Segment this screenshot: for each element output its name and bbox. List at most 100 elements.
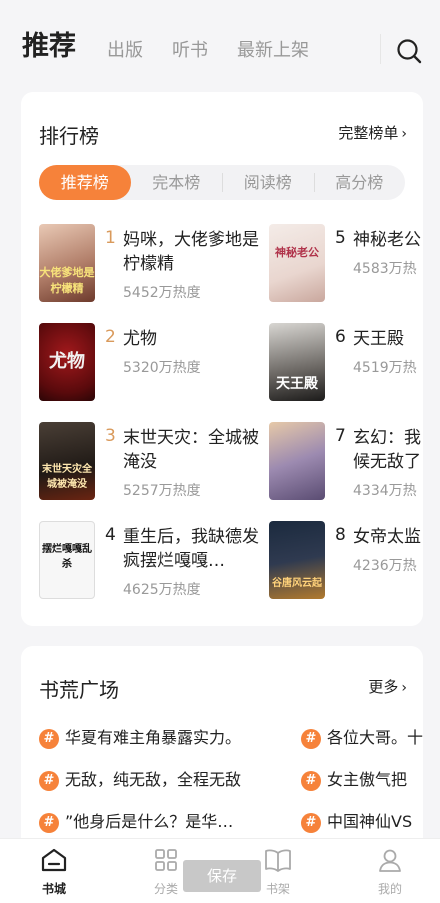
- ranking-column-left: 大佬爹地是柠檬精 1 妈咪，大佬爹地是柠檬精 5452万热度 尤物 2 尤物 5…: [39, 224, 269, 620]
- segment-reading[interactable]: 阅读榜: [222, 165, 314, 200]
- topic-item[interactable]: # 无敌，纯无敌，全程无敌: [39, 766, 241, 791]
- hashtag-icon: #: [39, 729, 59, 749]
- tab-new-release[interactable]: 最新上架: [237, 36, 309, 62]
- book-cover: 谷唐风云起: [269, 521, 325, 599]
- tab-bookstore[interactable]: 书城: [24, 847, 84, 897]
- cover-title: 谷唐风云起: [272, 578, 322, 589]
- tab-audiobook[interactable]: 听书: [172, 36, 208, 62]
- book-title: 尤物: [123, 329, 157, 349]
- hashtag-icon: #: [301, 771, 321, 791]
- topic-text: 中国神仙VS: [327, 812, 413, 831]
- hashtag-icon: #: [39, 771, 59, 791]
- nav-divider: [380, 34, 381, 64]
- ranking-card: 排行榜 完整榜单 › 推荐榜 完本榜 阅读榜 高分榜 大佬爹地是柠檬精 1 妈咪，…: [21, 92, 423, 626]
- tab-recommend[interactable]: 推荐: [22, 24, 76, 63]
- topic-item[interactable]: # 女主傲气把: [301, 766, 407, 791]
- book-item[interactable]: 大佬爹地是柠檬精 1 妈咪，大佬爹地是柠檬精 5452万热度: [39, 224, 269, 323]
- book-cover: [269, 422, 325, 500]
- book-item[interactable]: 摆烂嘎嘎乱杀 4 重生后，我缺德发疯摆烂嘎嘎… 4625万热度: [39, 521, 269, 620]
- book-heat: 5452万热度: [123, 285, 201, 301]
- cover-title: 天王殿: [276, 376, 318, 392]
- book-item[interactable]: 神秘老公 5 神秘老公 4583万热: [269, 224, 423, 323]
- grid-icon: [155, 849, 177, 871]
- book-icon: [265, 849, 291, 872]
- topic-text: 女主傲气把: [327, 770, 408, 789]
- topic-item[interactable]: # 华夏有难主角暴露实力。: [39, 724, 241, 749]
- book-item[interactable]: 谷唐风云起 8 女帝太监 4236万热: [269, 521, 423, 604]
- rank-number: 2: [105, 327, 116, 347]
- rank-number: 5: [335, 228, 346, 248]
- home-icon: [41, 848, 67, 872]
- ranking-segments: 推荐榜 完本榜 阅读榜 高分榜: [39, 165, 405, 200]
- top-nav: 推荐 出版 听书 最新上架: [0, 0, 440, 92]
- cover-title: 尤物: [49, 351, 85, 372]
- full-list-label: 完整榜单: [338, 124, 399, 142]
- book-cover: 神秘老公: [269, 224, 325, 302]
- topic-text: 华夏有难主角暴露实力。: [65, 728, 242, 747]
- book-heat: 5320万热度: [123, 360, 201, 376]
- chevron-right-icon: ›: [401, 126, 407, 142]
- topic-item[interactable]: # ”他身后是什么？是华…: [39, 808, 233, 833]
- topic-text: ”他身后是什么？是华…: [65, 812, 234, 831]
- bottom-tab-bar: 书城 分类 保存 书架 我的: [0, 838, 440, 903]
- book-title: 玄幻：我候无敌了: [353, 426, 423, 474]
- segment-completed[interactable]: 完本榜: [131, 165, 223, 200]
- book-heat: 4625万热度: [123, 582, 201, 598]
- tab-bookshelf[interactable]: 书架: [248, 847, 308, 897]
- search-icon[interactable]: [396, 38, 422, 64]
- segment-high-score[interactable]: 高分榜: [314, 165, 406, 200]
- rank-number: 4: [105, 525, 116, 545]
- tab-label: 书架: [265, 882, 290, 896]
- cover-title: 神秘老公: [275, 246, 319, 259]
- full-list-link[interactable]: 完整榜单 ›: [338, 122, 407, 143]
- book-heat: 4583万热: [353, 261, 417, 277]
- segment-divider: [314, 173, 315, 192]
- book-cover: 尤物: [39, 323, 95, 401]
- book-item[interactable]: 天王殿 6 天王殿 4519万热: [269, 323, 423, 422]
- hashtag-icon: #: [301, 729, 321, 749]
- hashtag-icon: #: [39, 813, 59, 833]
- book-title: 妈咪，大佬爹地是柠檬精: [123, 230, 259, 274]
- book-cover: 末世天灾全城被淹没: [39, 422, 95, 500]
- book-title: 神秘老公: [353, 230, 421, 250]
- book-title-line: 候无敌了: [353, 452, 421, 472]
- ranking-column-right: 神秘老公 5 神秘老公 4583万热 天王殿 6 天王殿 4519万热 7 玄幻…: [269, 224, 423, 604]
- forum-column-right: # 各位大哥。十 # 女主傲气把 # 中国神仙VS: [301, 646, 423, 866]
- cover-title: 末世天灾全城被淹没: [42, 464, 92, 490]
- cover-title: 大佬爹地是柠檬精: [39, 266, 95, 295]
- tab-publish[interactable]: 出版: [107, 36, 143, 62]
- forum-card: 书荒广场 更多 › # 华夏有难主角暴露实力。 # 无敌，纯无敌，全程无敌 # ”他身后…: [21, 646, 423, 866]
- ranking-title: 排行榜: [39, 124, 99, 148]
- topic-text: 无敌，纯无敌，全程无敌: [65, 770, 242, 789]
- book-item[interactable]: 尤物 2 尤物 5320万热度: [39, 323, 269, 422]
- tab-label: 书城: [41, 882, 66, 896]
- book-title: 重生后，我缺德发疯摆烂嘎嘎…: [123, 527, 259, 571]
- topic-item[interactable]: # 各位大哥。十: [301, 724, 423, 749]
- forum-title: 书荒广场: [39, 678, 119, 702]
- book-title-line: 玄幻：我: [353, 428, 421, 448]
- book-title: 天王殿: [353, 329, 404, 349]
- topic-text: 各位大哥。十: [327, 728, 423, 747]
- rank-number: 1: [105, 228, 116, 248]
- book-heat: 4334万热: [353, 483, 417, 499]
- rank-number: 6: [335, 327, 346, 347]
- tab-profile[interactable]: 我的: [360, 847, 420, 897]
- book-cover: 天王殿: [269, 323, 325, 401]
- segment-recommend[interactable]: 推荐榜: [39, 165, 131, 200]
- book-title: 女帝太监: [353, 527, 421, 547]
- book-item[interactable]: 末世天灾全城被淹没 3 末世天灾：全城被淹没 5257万热度: [39, 422, 269, 521]
- segment-divider: [222, 173, 223, 192]
- book-heat: 4236万热: [353, 558, 417, 574]
- book-cover: 大佬爹地是柠檬精: [39, 224, 95, 302]
- book-heat: 4519万热: [353, 360, 417, 376]
- book-heat: 5257万热度: [123, 483, 201, 499]
- book-title: 末世天灾：全城被淹没: [123, 428, 259, 472]
- rank-number: 3: [105, 426, 116, 446]
- rank-number: 7: [335, 426, 346, 446]
- cover-title: 摆烂嘎嘎乱杀: [42, 544, 92, 570]
- book-cover: 摆烂嘎嘎乱杀: [39, 521, 95, 599]
- rank-number: 8: [335, 525, 346, 545]
- book-item[interactable]: 7 玄幻：我候无敌了 4334万热: [269, 422, 423, 521]
- topic-item[interactable]: # 中国神仙VS: [301, 808, 412, 833]
- hashtag-icon: #: [301, 813, 321, 833]
